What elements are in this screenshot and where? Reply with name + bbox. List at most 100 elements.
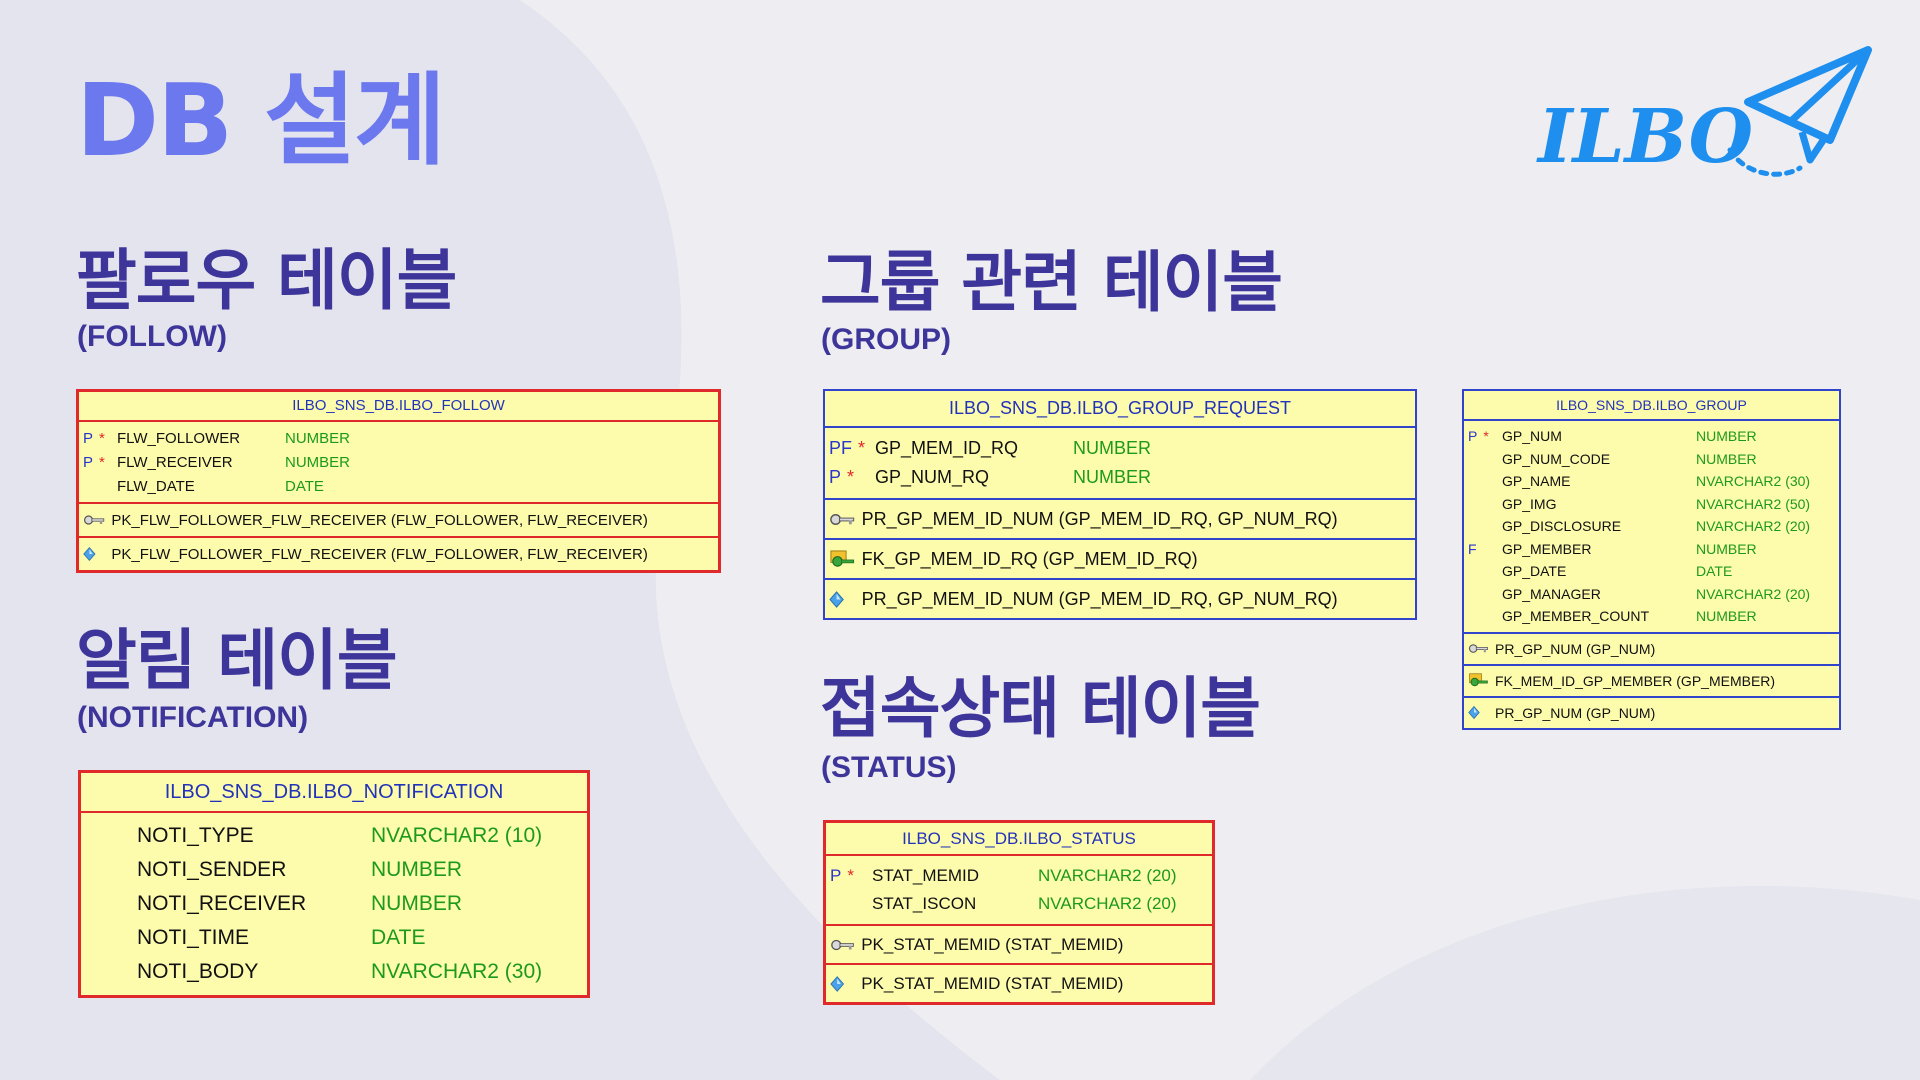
key-row: PR_GP_MEM_ID_NUM (GP_MEM_ID_RQ, GP_NUM_R… bbox=[825, 578, 1415, 618]
group-table: ILBO_SNS_DB.ILBO_GROUP P * GP_NUM NUMBER GP_N… bbox=[1462, 389, 1841, 730]
group-section-subtitle: (GROUP) bbox=[821, 323, 951, 356]
key-row: PK_STAT_MEMID (STAT_MEMID) bbox=[826, 924, 1212, 963]
column-type: NUMBER bbox=[371, 858, 463, 881]
column-type: DATE bbox=[285, 477, 324, 495]
key-flag: PF * bbox=[825, 438, 875, 459]
column-name: NOTI_BODY bbox=[137, 960, 259, 983]
key-text: FK_MEM_ID_GP_MEMBER (GP_MEMBER) bbox=[1495, 672, 1776, 689]
key-flag bbox=[81, 926, 137, 950]
status-section-subtitle: (STATUS) bbox=[821, 751, 957, 784]
column-name: NOTI_SENDER bbox=[137, 858, 287, 881]
key-flag bbox=[1464, 451, 1502, 467]
column-name: NOTI_RECEIVER bbox=[137, 892, 307, 915]
column-name: NOTI_TYPE bbox=[137, 824, 254, 847]
primary-key-icon bbox=[830, 936, 855, 954]
column-row: GP_IMG NVARCHAR2 (50) bbox=[1464, 493, 1839, 516]
ilbo-logo: ILBO bbox=[1536, 46, 1872, 180]
column-name: NOTI_TIME bbox=[137, 926, 250, 949]
key-text: PR_GP_MEM_ID_NUM (GP_MEM_ID_RQ, GP_NUM_R… bbox=[861, 508, 1338, 529]
key-flag bbox=[1464, 518, 1502, 534]
column-name: STAT_ISCON bbox=[872, 894, 977, 913]
key-flag-letter: P bbox=[83, 429, 94, 447]
column-name: GP_NUM_CODE bbox=[1502, 450, 1611, 467]
key-text: FK_GP_MEM_ID_RQ (GP_MEM_ID_RQ) bbox=[861, 548, 1198, 569]
column-row: GP_NUM_CODE NUMBER bbox=[1464, 448, 1839, 471]
required-star: * bbox=[99, 429, 105, 447]
notification-section-title: 알림 테이블 bbox=[76, 622, 398, 699]
key-flag bbox=[1464, 563, 1502, 579]
key-text: PR_GP_NUM (GP_NUM) bbox=[1495, 640, 1656, 657]
required-star: * bbox=[847, 866, 854, 885]
column-row: STAT_ISCON NVARCHAR2 (20) bbox=[826, 890, 1212, 918]
notification-table: ILBO_SNS_DB.ILBO_NOTIFICATION NOTI_TYPE NV… bbox=[78, 770, 590, 998]
column-type: NVARCHAR2 (20) bbox=[1696, 585, 1811, 602]
key-flag bbox=[81, 892, 137, 916]
index-diamond-icon bbox=[1468, 705, 1489, 720]
table-name-header: ILBO_SNS_DB.ILBO_NOTIFICATION bbox=[81, 773, 587, 813]
key-flag-letter: P bbox=[830, 866, 842, 885]
table-name-header: ILBO_SNS_DB.ILBO_GROUP_REQUEST bbox=[825, 391, 1415, 428]
follow-section-subtitle: (FOLLOW) bbox=[77, 320, 227, 353]
column-name: FLW_FOLLOWER bbox=[117, 429, 241, 447]
key-flag bbox=[826, 894, 872, 914]
column-row: NOTI_RECEIVER NUMBER bbox=[81, 887, 587, 921]
key-row: PR_GP_MEM_ID_NUM (GP_MEM_ID_RQ, GP_NUM_R… bbox=[825, 498, 1415, 538]
key-flag bbox=[81, 858, 137, 882]
column-row: GP_MANAGER NVARCHAR2 (20) bbox=[1464, 583, 1839, 606]
table-name-header: ILBO_SNS_DB.ILBO_STATUS bbox=[826, 823, 1212, 856]
column-row: PF * GP_MEM_ID_RQ NUMBER bbox=[825, 434, 1415, 463]
column-list: P * STAT_MEMID NVARCHAR2 (20) STAT_ISCON NVAR… bbox=[826, 856, 1212, 924]
key-text: PK_STAT_MEMID (STAT_MEMID) bbox=[861, 973, 1124, 993]
key-flag-letter: P bbox=[829, 467, 842, 487]
column-type: DATE bbox=[1696, 563, 1733, 580]
column-type: NUMBER bbox=[1696, 608, 1757, 625]
key-text: PK_FLW_FOLLOWER_FLW_RECEIVER (FLW_FOLLOW… bbox=[111, 545, 648, 563]
key-flag bbox=[81, 960, 137, 984]
column-name: GP_IMG bbox=[1502, 495, 1557, 512]
column-type: NVARCHAR2 (50) bbox=[1696, 495, 1811, 512]
column-row: F GP_MEMBER NUMBER bbox=[1464, 538, 1839, 561]
column-row: NOTI_SENDER NUMBER bbox=[81, 853, 587, 887]
index-diamond-icon bbox=[83, 546, 105, 562]
column-list: P * GP_NUM NUMBER GP_NUM_CODE NUMBER GP_NAME NV… bbox=[1464, 421, 1839, 632]
column-type: NVARCHAR2 (20) bbox=[1696, 518, 1811, 535]
column-list: P * FLW_FOLLOWER NUMBER P * FLW_RECEIVER NUMBER… bbox=[79, 422, 718, 502]
key-text: PR_GP_MEM_ID_NUM (GP_MEM_ID_RQ, GP_NUM_R… bbox=[861, 588, 1338, 609]
key-flag-letter: P bbox=[1468, 428, 1478, 445]
key-flag: P * bbox=[825, 467, 875, 488]
key-row: PK_FLW_FOLLOWER_FLW_RECEIVER (FLW_FOLLOW… bbox=[79, 536, 718, 570]
required-star: * bbox=[1483, 428, 1489, 445]
status-section-title: 접속상태 테이블 bbox=[820, 670, 1261, 747]
column-type: NUMBER bbox=[1696, 450, 1757, 467]
key-flag bbox=[79, 478, 117, 495]
column-name: GP_MEMBER_COUNT bbox=[1502, 608, 1650, 625]
status-table: ILBO_SNS_DB.ILBO_STATUS P * STAT_MEMID NVARC… bbox=[823, 820, 1215, 1005]
column-name: GP_MEMBER bbox=[1502, 540, 1592, 557]
column-row: NOTI_BODY NVARCHAR2 (30) bbox=[81, 955, 587, 989]
column-row: FLW_DATE DATE bbox=[79, 474, 718, 498]
page-title: DB 설계 bbox=[76, 62, 446, 179]
key-flag bbox=[1464, 496, 1502, 512]
key-row: FK_MEM_ID_GP_MEMBER (GP_MEMBER) bbox=[1464, 663, 1839, 696]
column-row: GP_MEMBER_COUNT NUMBER bbox=[1464, 605, 1839, 628]
key-flag: P * bbox=[79, 454, 117, 471]
column-name: GP_MEM_ID_RQ bbox=[875, 438, 1019, 458]
column-row: GP_DISCLOSURE NVARCHAR2 (20) bbox=[1464, 515, 1839, 538]
column-type: NUMBER bbox=[1696, 540, 1757, 557]
key-flag: P * bbox=[79, 430, 117, 447]
key-flag: P * bbox=[1464, 428, 1502, 444]
key-flag-letter: F bbox=[1468, 540, 1477, 557]
column-name: STAT_MEMID bbox=[872, 866, 980, 885]
key-text: PR_GP_NUM (GP_NUM) bbox=[1495, 704, 1656, 721]
column-type: NUMBER bbox=[1073, 467, 1152, 487]
key-flag bbox=[1464, 473, 1502, 489]
column-type: NVARCHAR2 (10) bbox=[371, 824, 543, 847]
index-diamond-icon bbox=[829, 590, 856, 609]
logo-text: ILBO bbox=[1536, 94, 1753, 180]
follow-table: ILBO_SNS_DB.ILBO_FOLLOW P * FLW_FOLLOWER NUM… bbox=[76, 389, 721, 573]
key-text: PK_STAT_MEMID (STAT_MEMID) bbox=[861, 934, 1124, 954]
column-type: NVARCHAR2 (20) bbox=[1038, 894, 1177, 913]
key-flag bbox=[81, 824, 137, 848]
column-row: GP_NAME NVARCHAR2 (30) bbox=[1464, 470, 1839, 493]
key-flag-letter: PF bbox=[829, 438, 853, 458]
